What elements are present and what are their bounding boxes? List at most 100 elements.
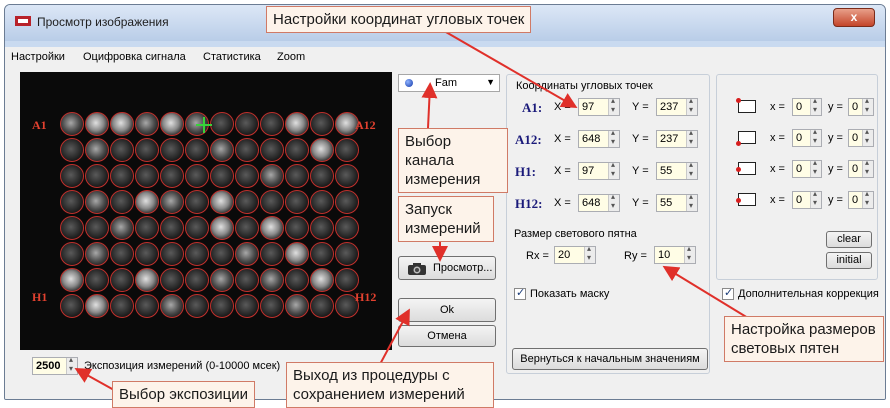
correction-x-input[interactable]: 0 <box>792 96 822 116</box>
rx-spinner[interactable] <box>584 244 595 263</box>
plate-well <box>85 164 109 188</box>
exposure-input[interactable]: 2500 <box>32 355 78 375</box>
corner-marker-icon <box>736 98 756 113</box>
plate-well <box>260 216 284 240</box>
plate-well <box>85 138 109 162</box>
corner-x-input[interactable]: 648 <box>578 128 620 148</box>
plate-image[interactable]: A1 A12 H1 H12 <box>20 72 392 350</box>
corner-y-spinner[interactable] <box>686 192 697 211</box>
menu-statistics[interactable]: Статистика <box>203 51 261 63</box>
plate-well <box>210 294 234 318</box>
corner-x-input[interactable]: 97 <box>578 96 620 116</box>
plate-well <box>60 164 84 188</box>
corner-x-input[interactable]: 97 <box>578 160 620 180</box>
plate-well <box>160 190 184 214</box>
corner-x-spinner[interactable] <box>608 192 619 211</box>
extra-correction-checkbox[interactable] <box>722 286 734 300</box>
plate-well <box>185 268 209 292</box>
correction-x-label: x = <box>770 163 785 175</box>
ry-spinner[interactable] <box>684 244 695 263</box>
plate-well <box>60 190 84 214</box>
correction-y-input[interactable]: 0 <box>848 96 874 116</box>
corner-y-spinner[interactable] <box>686 128 697 147</box>
camera-icon <box>408 263 426 275</box>
corner-name: A12: <box>515 132 542 147</box>
correction-x-spinner[interactable] <box>810 158 821 177</box>
correction-y-spinner[interactable] <box>862 127 873 146</box>
correction-y-label: y = <box>828 132 843 144</box>
plate-well <box>285 268 309 292</box>
correction-y-spinner[interactable] <box>862 96 873 115</box>
menu-digitize[interactable]: Оцифровка сигнала <box>83 51 186 63</box>
correction-x-spinner[interactable] <box>810 96 821 115</box>
corner-y-input[interactable]: 55 <box>656 192 698 212</box>
plate-well <box>110 216 134 240</box>
correction-y-input[interactable]: 0 <box>848 158 874 178</box>
plate-well <box>310 190 334 214</box>
callout-exit: Выход из процедуры с сохранением измерен… <box>286 362 494 408</box>
correction-x-input[interactable]: 0 <box>792 158 822 178</box>
plate-well <box>110 112 134 136</box>
rx-input[interactable]: 20 <box>554 244 596 264</box>
corner-x-spinner[interactable] <box>608 128 619 147</box>
plate-well <box>85 190 109 214</box>
correction-y-input[interactable]: 0 <box>848 127 874 147</box>
reset-button[interactable]: Вернуться к начальным значениям <box>512 348 708 370</box>
correction-x-input[interactable]: 0 <box>792 189 822 209</box>
menu-settings[interactable]: Настройки <box>11 51 65 63</box>
correction-y-label: y = <box>828 101 843 113</box>
ok-button[interactable]: Ok <box>398 298 496 322</box>
callout-channel-select: Выбор канала измерения <box>398 128 508 193</box>
plate-well <box>185 216 209 240</box>
corner-marker-icon <box>736 162 756 175</box>
plate-well <box>110 294 134 318</box>
corner-x-spinner[interactable] <box>608 96 619 115</box>
cancel-button[interactable]: Отмена <box>398 325 496 347</box>
show-mask-checkbox[interactable] <box>514 286 526 300</box>
correction-x-spinner[interactable] <box>810 189 821 208</box>
correction-y-spinner[interactable] <box>862 189 873 208</box>
corner-y-spinner[interactable] <box>686 160 697 179</box>
plate-well <box>85 216 109 240</box>
plate-well <box>260 242 284 266</box>
plate-well <box>210 164 234 188</box>
plate-well <box>235 294 259 318</box>
plate-well <box>210 242 234 266</box>
close-button[interactable]: x <box>833 8 875 27</box>
corner-x-label: X = <box>554 101 571 113</box>
correction-x-spinner[interactable] <box>810 127 821 146</box>
plate-well <box>210 190 234 214</box>
corner-y-spinner[interactable] <box>686 96 697 115</box>
ry-input[interactable]: 10 <box>654 244 696 264</box>
channel-color-icon <box>405 79 413 87</box>
plate-well <box>160 294 184 318</box>
corner-x-spinner[interactable] <box>608 160 619 179</box>
corner-name: H12: <box>515 196 543 211</box>
preview-button[interactable]: Просмотр... <box>398 256 496 280</box>
correction-y-spinner[interactable] <box>862 158 873 177</box>
plate-well <box>335 268 359 292</box>
initial-button[interactable]: initial <box>826 252 872 269</box>
menu-zoom[interactable]: Zoom <box>277 51 305 63</box>
plate-well <box>285 138 309 162</box>
plate-well <box>60 216 84 240</box>
chevron-down-icon: ▼ <box>486 77 495 87</box>
plate-well <box>310 294 334 318</box>
ry-label: Ry = <box>624 250 647 262</box>
plate-well <box>285 216 309 240</box>
corner-marker-icon <box>736 193 756 206</box>
corner-y-input[interactable]: 55 <box>656 160 698 180</box>
channel-select[interactable]: Fam ▼ <box>398 74 500 92</box>
plate-well <box>310 216 334 240</box>
clear-button[interactable]: clear <box>826 231 872 248</box>
plate-well <box>235 242 259 266</box>
exposure-label: Экспозиция измерений (0-10000 мсек) <box>84 360 281 372</box>
correction-x-input[interactable]: 0 <box>792 127 822 147</box>
correction-y-label: y = <box>828 194 843 206</box>
corner-y-input[interactable]: 237 <box>656 128 698 148</box>
exposure-spinner[interactable] <box>66 355 77 374</box>
corner-x-input[interactable]: 648 <box>578 192 620 212</box>
corner-y-input[interactable]: 237 <box>656 96 698 116</box>
plate-well <box>160 216 184 240</box>
correction-y-input[interactable]: 0 <box>848 189 874 209</box>
